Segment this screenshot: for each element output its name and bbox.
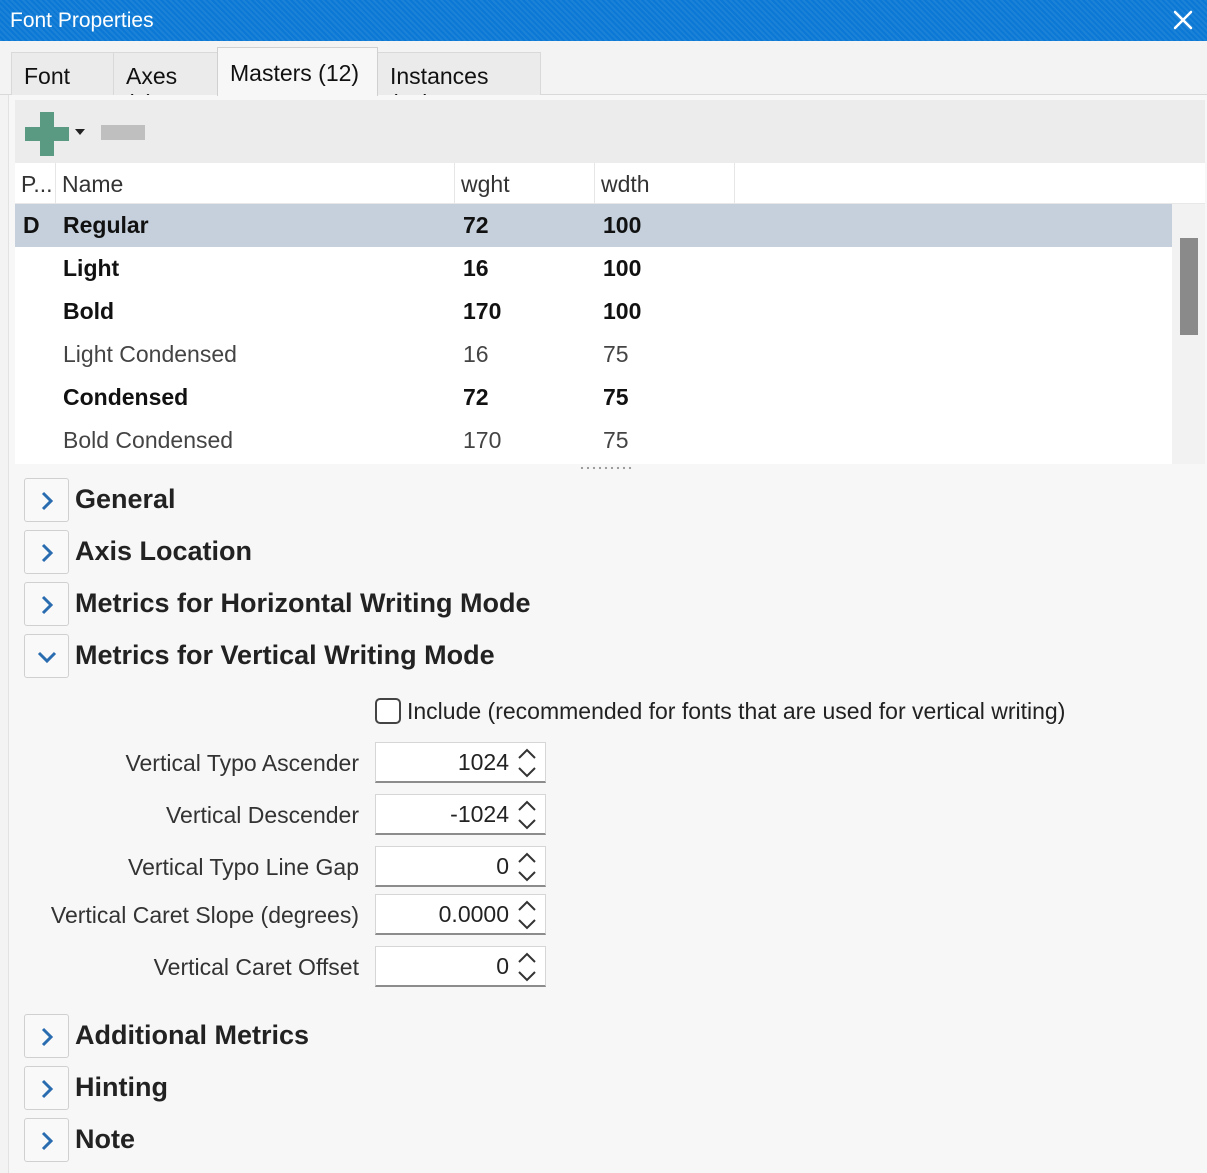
column-header-p[interactable]: P... bbox=[15, 163, 56, 204]
field-value: 0 bbox=[496, 853, 509, 879]
master-wdth: 75 bbox=[603, 341, 629, 367]
master-name: Light Condensed bbox=[63, 341, 237, 367]
vertical-caret-offset-label: Vertical Caret Offset bbox=[153, 954, 359, 980]
expand-toggle[interactable] bbox=[24, 478, 69, 522]
vertical-typo-ascender-field[interactable]: 1024 bbox=[375, 742, 546, 783]
spin-arrows-icon[interactable] bbox=[515, 898, 539, 932]
spin-arrows-icon[interactable] bbox=[515, 950, 539, 984]
tab-masters[interactable]: Masters (12) bbox=[217, 47, 378, 96]
field-value: 1024 bbox=[457, 749, 509, 775]
tab-instances[interactable]: Instances (15) bbox=[377, 52, 541, 116]
vertical-caret-slope-field[interactable]: 0.0000 bbox=[375, 894, 546, 935]
splitter-handle[interactable] bbox=[579, 465, 633, 471]
master-name: Regular bbox=[63, 212, 149, 238]
masters-toolbar bbox=[15, 100, 1205, 163]
chevron-right-icon bbox=[41, 491, 54, 511]
tab-strip: Font Axes (3) Masters (12) Instances (15… bbox=[0, 41, 1207, 116]
master-wght: 16 bbox=[463, 341, 489, 367]
column-header-name[interactable]: Name bbox=[56, 163, 455, 204]
master-wght: 72 bbox=[463, 212, 489, 238]
scrollbar-thumb[interactable] bbox=[1180, 238, 1198, 335]
table-row[interactable]: Condensed 72 75 bbox=[15, 376, 1172, 419]
section-title: General bbox=[75, 484, 176, 514]
master-wght: 72 bbox=[463, 384, 489, 410]
master-wght: 16 bbox=[463, 255, 489, 281]
master-wdth: 100 bbox=[603, 212, 642, 238]
table-row[interactable]: Light Condensed 16 75 bbox=[15, 333, 1172, 376]
collapse-toggle[interactable] bbox=[24, 634, 69, 678]
section-title: Metrics for Horizontal Writing Mode bbox=[75, 588, 531, 618]
field-value: 0 bbox=[496, 953, 509, 979]
close-icon bbox=[1173, 10, 1193, 30]
primary-marker: D bbox=[23, 212, 40, 238]
expand-toggle[interactable] bbox=[24, 582, 69, 626]
chevron-right-icon bbox=[41, 595, 54, 615]
expand-toggle[interactable] bbox=[24, 1066, 69, 1110]
master-name: Bold Condensed bbox=[63, 427, 234, 453]
vertical-typo-line-gap-label: Vertical Typo Line Gap bbox=[128, 854, 359, 880]
vertical-descender-field[interactable]: -1024 bbox=[375, 794, 546, 835]
expand-toggle[interactable] bbox=[24, 530, 69, 574]
master-wght: 170 bbox=[463, 427, 502, 453]
master-wdth: 75 bbox=[603, 427, 629, 453]
spin-arrows-icon[interactable] bbox=[515, 798, 539, 832]
vertical-typo-line-gap-field[interactable]: 0 bbox=[375, 846, 546, 887]
table-header: P... Name wght wdth bbox=[15, 163, 1205, 204]
table-row[interactable]: Bold Condensed 170 75 bbox=[15, 419, 1172, 462]
field-value: -1024 bbox=[450, 801, 509, 827]
chevron-down-icon bbox=[37, 651, 57, 664]
window-title: Font Properties bbox=[10, 9, 154, 32]
chevron-right-icon bbox=[41, 1079, 54, 1099]
close-button[interactable] bbox=[1167, 4, 1199, 36]
vertical-caret-offset-field[interactable]: 0 bbox=[375, 946, 546, 987]
column-header-wght[interactable]: wght bbox=[455, 163, 595, 204]
master-name: Light bbox=[63, 255, 120, 281]
master-wght: 170 bbox=[463, 298, 502, 324]
chevron-right-icon bbox=[41, 1131, 54, 1151]
field-value: 0.0000 bbox=[438, 901, 509, 927]
chevron-down-icon[interactable] bbox=[74, 128, 86, 136]
chevron-right-icon bbox=[41, 543, 54, 563]
minus-icon[interactable] bbox=[101, 125, 145, 140]
vertical-descender-label: Vertical Descender bbox=[165, 802, 359, 828]
chevron-right-icon bbox=[41, 1027, 54, 1047]
include-vertical-checkbox[interactable] bbox=[375, 698, 401, 724]
master-name: Condensed bbox=[63, 384, 189, 410]
masters-table: P... Name wght wdth D Regular 72 100 Lig… bbox=[15, 163, 1205, 464]
table-row[interactable]: Bold 170 100 bbox=[15, 290, 1172, 333]
master-wdth: 100 bbox=[603, 255, 642, 281]
include-vertical-label[interactable]: Include (recommended for fonts that are … bbox=[407, 698, 1065, 725]
expand-toggle[interactable] bbox=[24, 1014, 69, 1058]
spin-arrows-icon[interactable] bbox=[515, 746, 539, 780]
table-scrollbar[interactable] bbox=[1172, 204, 1205, 464]
master-wdth: 75 bbox=[603, 384, 629, 410]
master-wdth: 100 bbox=[603, 298, 642, 324]
expand-toggle[interactable] bbox=[24, 1118, 69, 1162]
section-title: Hinting bbox=[75, 1072, 168, 1102]
vertical-caret-slope-label: Vertical Caret Slope (degrees) bbox=[50, 902, 359, 928]
section-title: Note bbox=[75, 1124, 135, 1154]
master-name: Bold bbox=[63, 298, 115, 324]
plus-icon[interactable] bbox=[25, 112, 69, 156]
title-bar: Font Properties bbox=[0, 0, 1207, 41]
table-row[interactable]: D Regular 72 100 bbox=[15, 204, 1172, 247]
column-header-wdth[interactable]: wdth bbox=[595, 163, 735, 204]
tab-font[interactable]: Font bbox=[11, 52, 114, 95]
section-title: Metrics for Vertical Writing Mode bbox=[75, 640, 495, 670]
section-title: Additional Metrics bbox=[75, 1020, 310, 1050]
table-row[interactable]: Light 16 100 bbox=[15, 247, 1172, 290]
tab-axes[interactable]: Axes (3) bbox=[113, 52, 218, 116]
spin-arrows-icon[interactable] bbox=[515, 850, 539, 884]
vertical-typo-ascender-label: Vertical Typo Ascender bbox=[125, 750, 359, 776]
section-title: Axis Location bbox=[75, 536, 253, 566]
